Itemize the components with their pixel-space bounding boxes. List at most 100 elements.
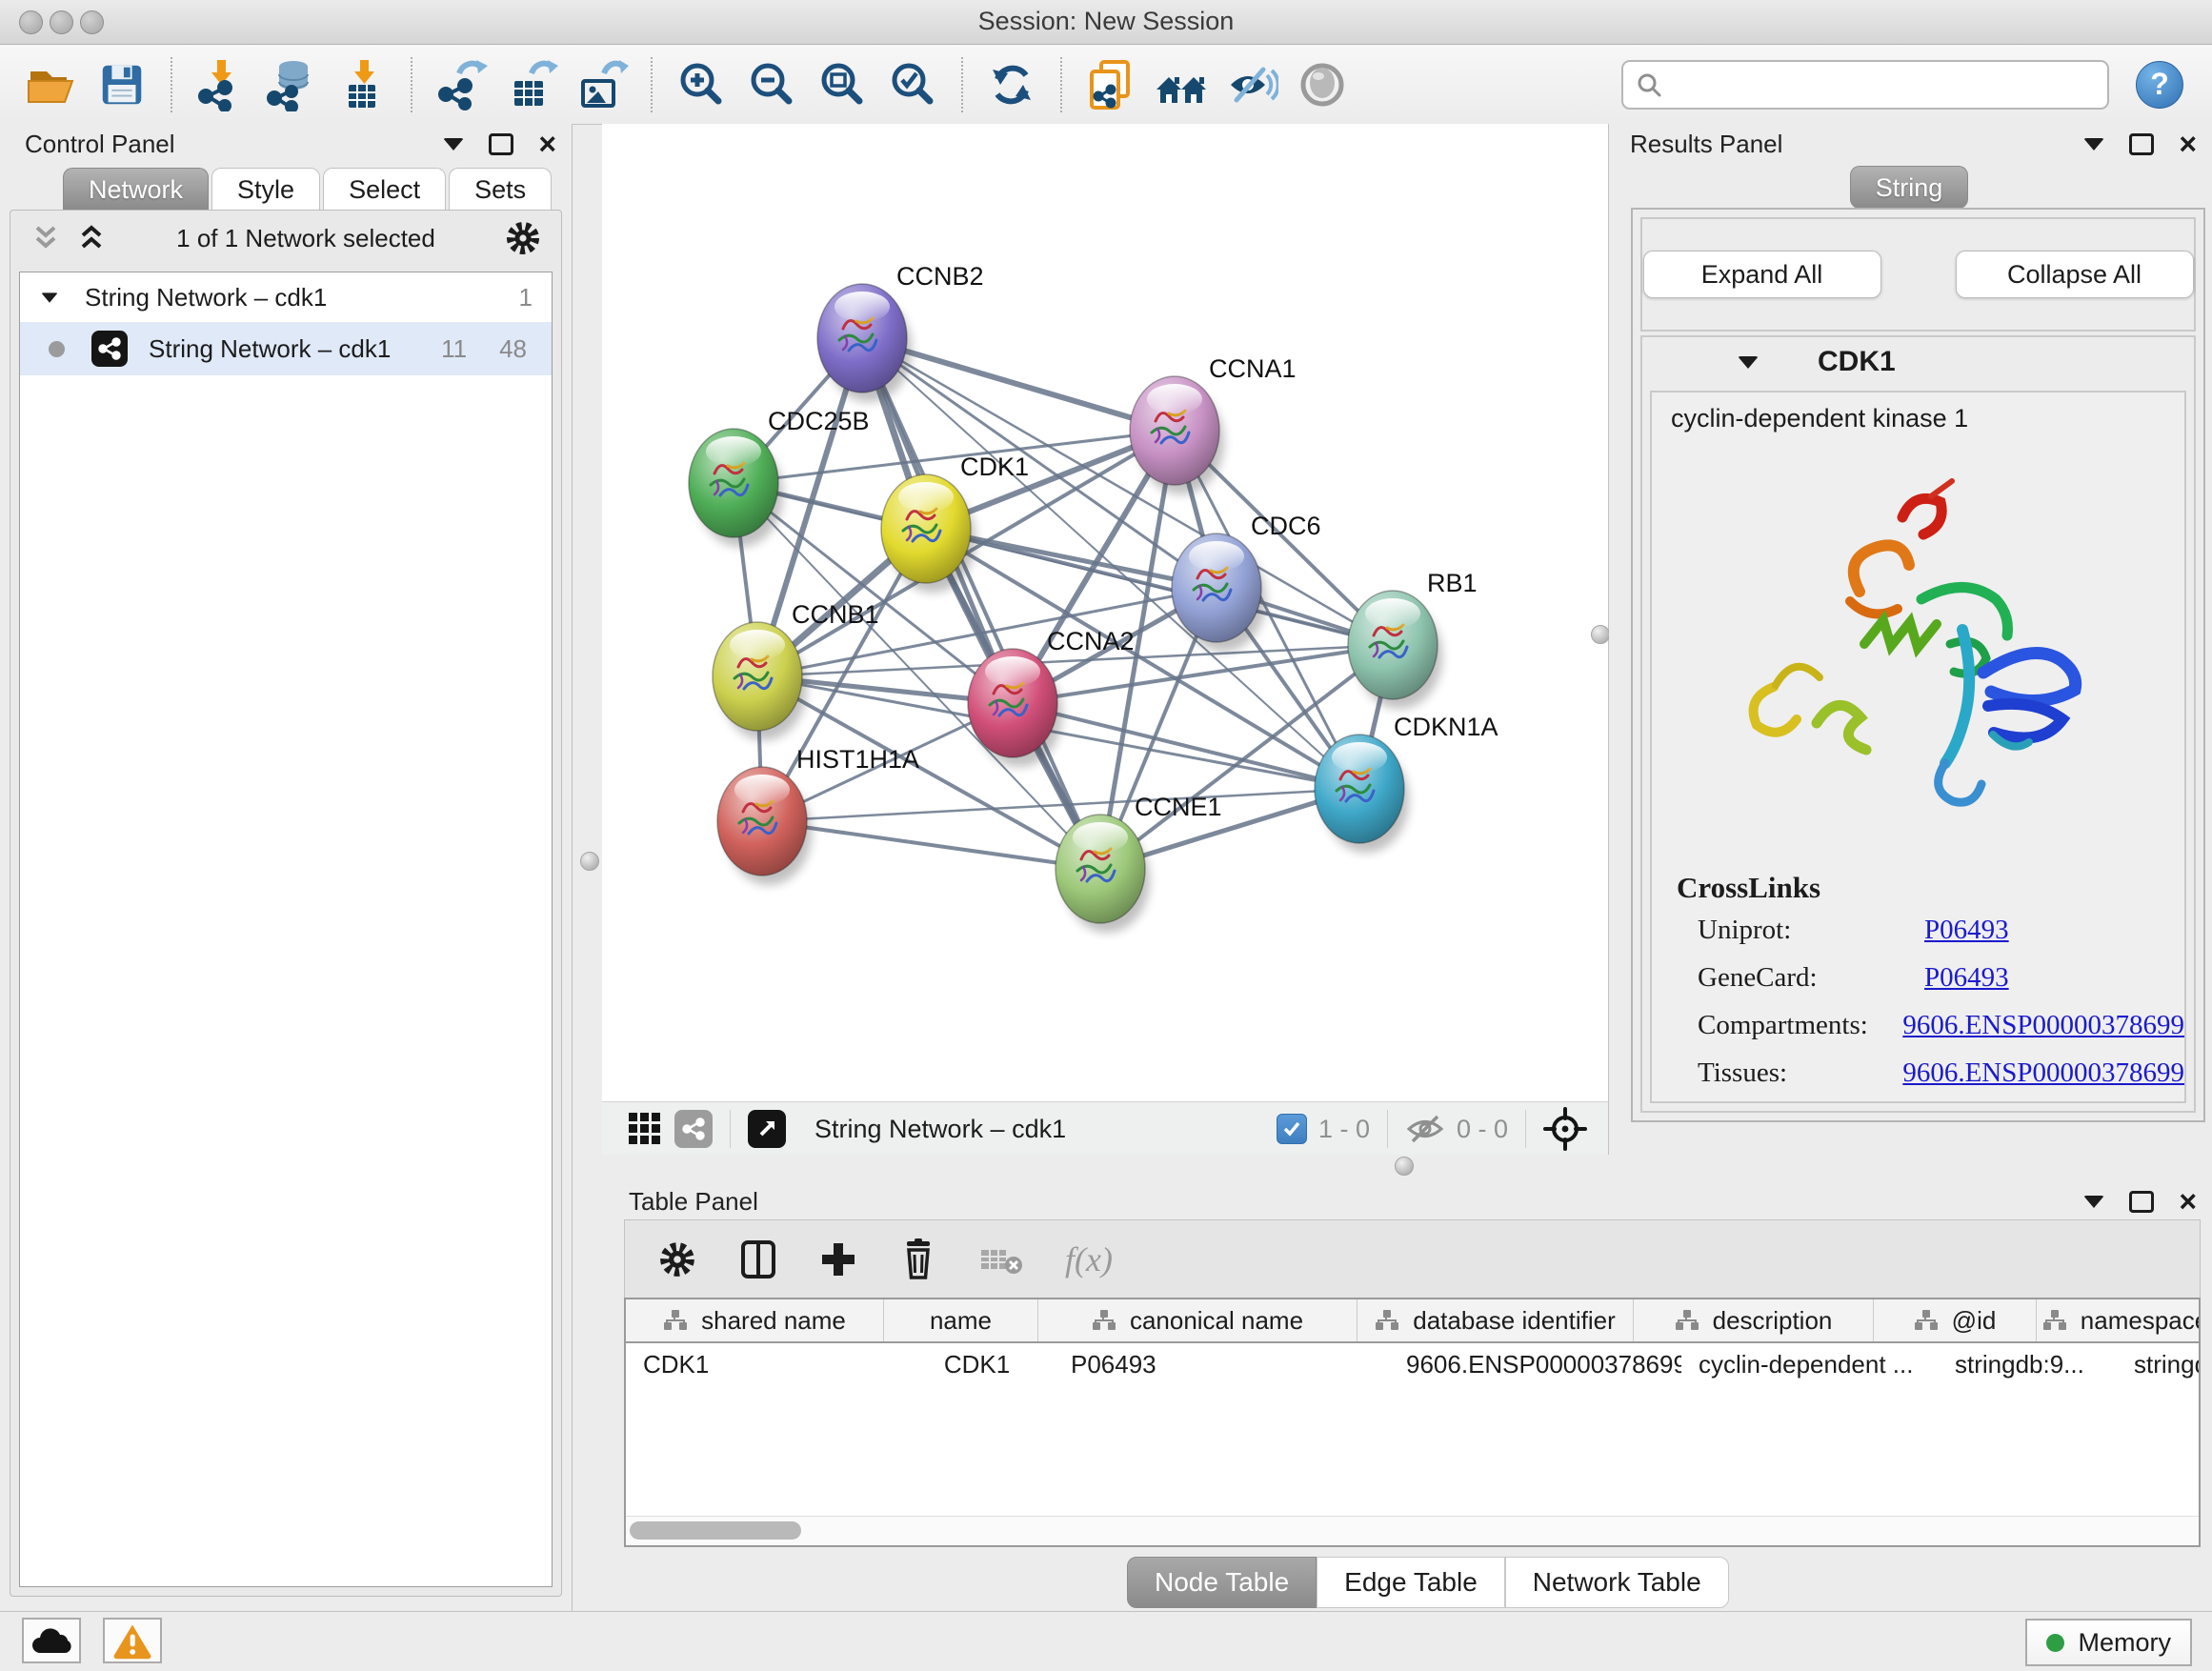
detach-view-icon[interactable]	[748, 1110, 786, 1148]
expand-all-button[interactable]: Expand All	[1643, 251, 1881, 298]
gene-expander-icon[interactable]	[1738, 356, 1759, 369]
hierarchy-icon	[1914, 1309, 1939, 1332]
column-header-description[interactable]: description	[1634, 1299, 1874, 1341]
network-options-gear-icon[interactable]	[504, 219, 542, 257]
network-share-view-icon[interactable]	[674, 1110, 713, 1148]
network-edge[interactable]	[762, 821, 1100, 869]
table-row[interactable]: CDK1 CDK1 P06493 9606.ENSP00000378699 cy…	[626, 1343, 2199, 1385]
network-edge[interactable]	[862, 338, 1100, 869]
node-table[interactable]: shared name name canonical name database…	[624, 1298, 2201, 1547]
results-panel-close-icon[interactable]: ×	[2179, 129, 2197, 159]
import-table-button[interactable]	[333, 56, 391, 113]
tab-sets[interactable]: Sets	[449, 168, 552, 211]
tab-network[interactable]: Network	[63, 168, 209, 211]
table-panel-float-icon[interactable]	[2129, 1191, 2154, 1213]
zoom-fit-button[interactable]	[814, 56, 871, 113]
column-header-canonical-name[interactable]: canonical name	[1038, 1299, 1357, 1341]
panel-menu-icon[interactable]	[443, 138, 464, 151]
crosslink-link[interactable]: 9606.ENSP00000378699	[1902, 1010, 2184, 1041]
results-panel-menu-icon[interactable]	[2083, 138, 2104, 151]
tab-string-results[interactable]: String	[1850, 166, 1969, 209]
expand-all-chevrons-icon[interactable]	[75, 224, 108, 252]
open-session-button[interactable]	[23, 56, 80, 113]
table-horizontal-scrollbar[interactable]	[626, 1516, 2199, 1545]
zoom-selected-button[interactable]	[884, 56, 941, 113]
show-hide-details-button[interactable]	[1223, 56, 1280, 113]
birds-eye-button[interactable]	[1294, 56, 1351, 113]
birds-eye-toggle-icon[interactable]	[1543, 1107, 1587, 1151]
apply-layout-button[interactable]	[983, 56, 1040, 113]
cell-namespace[interactable]: stringdb	[2117, 1350, 2201, 1379]
show-columns-icon[interactable]	[739, 1238, 777, 1280]
network-node-CDKN1A[interactable]	[1315, 735, 1409, 853]
selected-checkbox-icon[interactable]	[1277, 1114, 1307, 1144]
network-row-selected[interactable]: String Network – cdk1 11 48	[20, 322, 552, 375]
tab-style[interactable]: Style	[211, 168, 320, 211]
bottom-splitter-handle[interactable]	[1395, 1157, 1414, 1176]
crosslink-link[interactable]: 9606.ENSP00000378699	[1902, 1057, 2184, 1089]
memory-button[interactable]: Memory	[2025, 1619, 2192, 1666]
network-view-canvas[interactable]: CCNB2CCNA1CDC25BCDK1CDC6RB1CCNB1CCNA2CDK…	[602, 124, 1609, 1101]
zoom-out-button[interactable]	[743, 56, 800, 113]
export-image-button[interactable]	[573, 56, 631, 113]
application-window: Session: New Session	[0, 0, 2212, 1671]
import-network-button[interactable]	[192, 56, 250, 113]
cell-shared-name[interactable]: CDK1	[626, 1350, 900, 1379]
results-panel-float-icon[interactable]	[2129, 133, 2154, 155]
zoom-in-button[interactable]	[673, 56, 730, 113]
import-network-from-database-button[interactable]	[263, 56, 320, 113]
clone-network-button[interactable]	[1082, 56, 1139, 113]
import-table-icon	[335, 58, 389, 111]
column-header-database-identifier[interactable]: database identifier	[1357, 1299, 1634, 1341]
table-panel-close-icon[interactable]: ×	[2179, 1186, 2197, 1217]
scrollbar-thumb[interactable]	[630, 1521, 801, 1540]
grid-view-icon[interactable]	[627, 1111, 663, 1147]
collection-expander-icon[interactable]	[41, 292, 58, 302]
cell-name[interactable]: CDK1	[900, 1350, 1054, 1379]
home-button[interactable]	[1153, 56, 1210, 113]
network-node-CCNE1[interactable]	[1056, 815, 1150, 933]
cell-canonical-name[interactable]: P06493	[1054, 1350, 1389, 1379]
network-node-CDC6[interactable]	[1172, 534, 1266, 652]
network-collection-row[interactable]: String Network – cdk1 1	[20, 272, 552, 322]
cell-description[interactable]: cyclin-dependent ...	[1681, 1350, 1938, 1379]
panel-float-icon[interactable]	[489, 133, 513, 155]
column-header-namespace[interactable]: namespace	[2037, 1299, 2201, 1341]
warnings-button[interactable]	[103, 1618, 162, 1663]
collapse-all-chevrons-icon[interactable]	[30, 224, 62, 252]
string-network-graph[interactable]: CCNB2CCNA1CDC25BCDK1CDC6RB1CCNB1CCNA2CDK…	[602, 124, 1608, 1101]
panel-close-icon[interactable]: ×	[538, 129, 556, 159]
delete-column-icon[interactable]	[899, 1238, 937, 1280]
tab-edge-table[interactable]: Edge Table	[1317, 1557, 1505, 1608]
crosslink-link[interactable]: P06493	[1924, 962, 2009, 994]
cloud-status-button[interactable]	[22, 1618, 81, 1663]
table-options-gear-icon[interactable]	[657, 1239, 697, 1279]
column-header-id[interactable]: @id	[1874, 1299, 2037, 1341]
column-header-shared-name[interactable]: shared name	[626, 1299, 884, 1341]
column-header-name[interactable]: name	[884, 1299, 1038, 1341]
cell-database-identifier[interactable]: 9606.ENSP00000378699	[1389, 1350, 1681, 1379]
save-session-button[interactable]	[93, 56, 151, 113]
right-splitter-handle[interactable]	[1591, 625, 1610, 644]
add-column-icon[interactable]	[819, 1240, 857, 1278]
tab-select[interactable]: Select	[323, 168, 446, 211]
table-panel-menu-icon[interactable]	[2083, 1196, 2104, 1208]
collapse-all-button[interactable]: Collapse All	[1956, 251, 2194, 298]
search-input[interactable]	[1673, 69, 2107, 100]
network-node-CCNB1[interactable]	[713, 622, 807, 740]
tab-node-table[interactable]: Node Table	[1127, 1557, 1317, 1608]
export-table-button[interactable]	[503, 56, 560, 113]
export-network-button[interactable]	[432, 56, 490, 113]
search-field[interactable]	[1621, 60, 2109, 110]
network-node-HIST1H1A[interactable]	[717, 767, 812, 885]
cell-id[interactable]: stringdb:9...	[1938, 1350, 2117, 1379]
network-node-CCNA2[interactable]	[968, 649, 1062, 767]
network-node-CCNB2[interactable]	[817, 284, 912, 402]
network-node-RB1[interactable]	[1348, 591, 1442, 709]
tab-network-table[interactable]: Network Table	[1505, 1557, 1729, 1608]
network-node-CDC25B[interactable]	[689, 429, 783, 547]
network-node-CDK1[interactable]	[881, 474, 975, 593]
left-splitter-handle[interactable]	[580, 852, 599, 871]
crosslink-link[interactable]: P06493	[1924, 915, 2009, 946]
help-button[interactable]: ?	[2136, 61, 2183, 109]
